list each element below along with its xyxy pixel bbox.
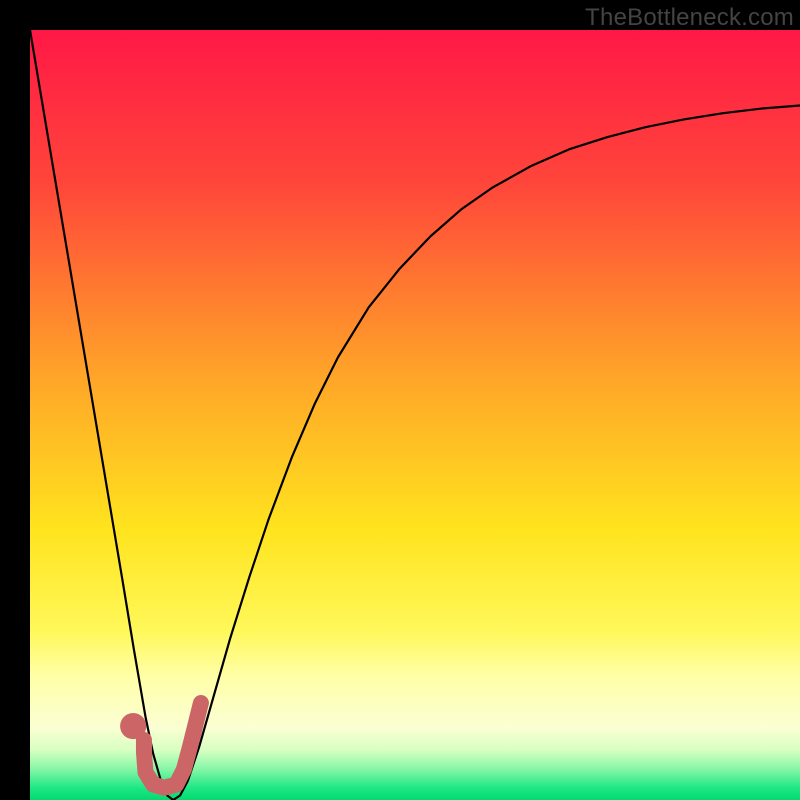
chart-background xyxy=(30,30,800,800)
chart-svg xyxy=(30,30,800,800)
chart-frame: TheBottleneck.com xyxy=(0,0,800,800)
marker-dot xyxy=(120,713,146,739)
plot-area xyxy=(30,30,800,800)
watermark-text: TheBottleneck.com xyxy=(585,4,794,32)
